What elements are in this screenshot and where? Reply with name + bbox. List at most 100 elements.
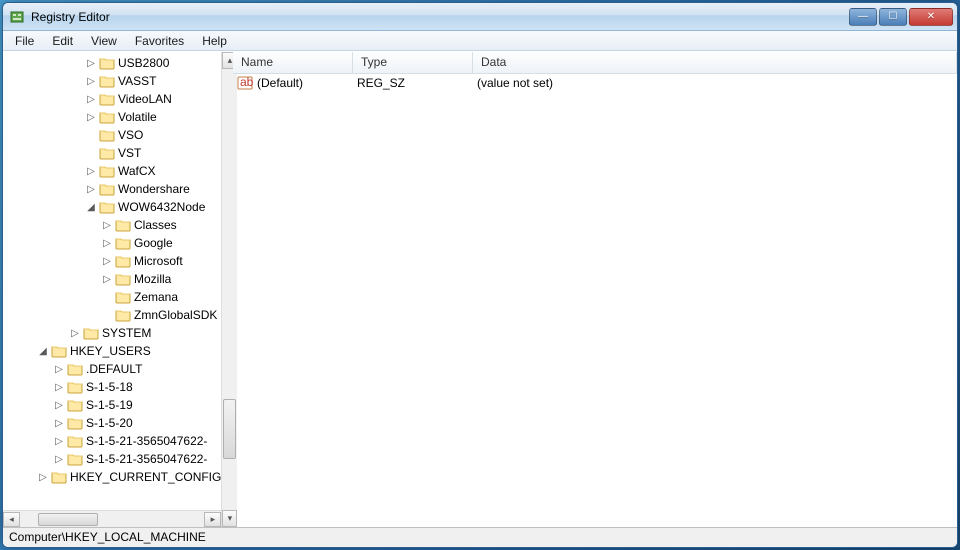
expand-icon[interactable]: ▷ [35, 472, 51, 483]
tree-item-label: S-1-5-21-3565047622- [86, 434, 207, 448]
menu-edit[interactable]: Edit [44, 32, 81, 50]
tree-item[interactable]: ▷S-1-5-21-3565047622- [3, 450, 221, 468]
menu-help[interactable]: Help [194, 32, 235, 50]
tree-item-label: Classes [134, 218, 177, 232]
statusbar: Computer\HKEY_LOCAL_MACHINE [3, 527, 957, 547]
col-name[interactable]: Name [233, 52, 353, 73]
folder-icon [99, 163, 115, 179]
menu-favorites[interactable]: Favorites [127, 32, 192, 50]
expand-icon[interactable]: ▷ [51, 418, 67, 429]
tree-item[interactable]: Zemana [3, 288, 221, 306]
tree-item-label: HKEY_CURRENT_CONFIG [70, 470, 221, 484]
tree-item[interactable]: ▷ Volatile [3, 108, 221, 126]
folder-icon [115, 217, 131, 233]
tree-item[interactable]: ◢WOW6432Node [3, 198, 221, 216]
expand-icon[interactable]: ▷ [83, 94, 99, 105]
tree-item[interactable]: ▷S-1-5-20 [3, 414, 221, 432]
tree-item[interactable]: ▷Wondershare [3, 180, 221, 198]
scroll-track[interactable] [222, 69, 237, 510]
tree-item[interactable]: ▷ HKEY_CURRENT_CONFIG [3, 468, 221, 486]
folder-icon [115, 235, 131, 251]
folder-icon [67, 451, 83, 467]
expand-icon[interactable]: ▷ [51, 382, 67, 393]
tree-item[interactable]: ▷VideoLAN [3, 90, 221, 108]
value-data: (value not set) [477, 76, 553, 90]
expand-icon[interactable]: ▷ [51, 364, 67, 375]
expand-icon[interactable]: ▷ [99, 238, 115, 249]
scroll-thumb[interactable] [38, 513, 98, 526]
menu-view[interactable]: View [83, 32, 125, 50]
expand-icon[interactable]: ▷ [99, 256, 115, 267]
tree-item-label: HKEY_USERS [70, 344, 151, 358]
maximize-button[interactable]: ☐ [879, 8, 907, 26]
tree-item-label: Microsoft [134, 254, 183, 268]
folder-icon [67, 379, 83, 395]
expand-icon[interactable]: ▷ [83, 166, 99, 177]
value-type: REG_SZ [357, 76, 477, 90]
tree-item[interactable]: ▷ S-1-5-21-3565047622- [3, 432, 221, 450]
tree-item[interactable]: ▷ Classes [3, 216, 221, 234]
expand-icon[interactable]: ▷ [83, 184, 99, 195]
tree-item[interactable]: VST [3, 144, 221, 162]
list-body[interactable]: ab(Default)REG_SZ(value not set) [233, 74, 957, 527]
close-button[interactable]: ✕ [909, 8, 953, 26]
folder-icon [99, 127, 115, 143]
folder-icon [99, 73, 115, 89]
tree-item[interactable]: ▷ VASST [3, 72, 221, 90]
scroll-thumb[interactable] [223, 399, 236, 459]
tree-item-label: ZmnGlobalSDK [134, 308, 217, 322]
folder-icon [115, 307, 131, 323]
folder-icon [115, 289, 131, 305]
tree-view[interactable]: ▷USB2800▷VASST▷VideoLAN▷VolatileVSOVST▷W… [3, 52, 221, 510]
menu-file[interactable]: File [7, 32, 42, 50]
expand-icon[interactable]: ▷ [67, 328, 83, 339]
expand-icon[interactable]: ▷ [51, 454, 67, 465]
tree-item[interactable]: ▷ .DEFAULT [3, 360, 221, 378]
col-data[interactable]: Data [473, 52, 957, 73]
tree-item[interactable]: ▷SYSTEM [3, 324, 221, 342]
titlebar[interactable]: Registry Editor ― ☐ ✕ [3, 3, 957, 31]
folder-icon [99, 109, 115, 125]
tree-item-label: Volatile [118, 110, 157, 124]
folder-icon [67, 397, 83, 413]
tree-item-label: .DEFAULT [86, 362, 142, 376]
folder-icon [67, 415, 83, 431]
tree-item[interactable]: ▷Mozilla [3, 270, 221, 288]
tree-item[interactable]: ZmnGlobalSDK [3, 306, 221, 324]
folder-icon [115, 271, 131, 287]
minimize-button[interactable]: ― [849, 8, 877, 26]
folder-icon [67, 433, 83, 449]
folder-icon [83, 325, 99, 341]
tree-item[interactable]: ▷WafCX [3, 162, 221, 180]
expand-icon[interactable]: ▷ [51, 436, 67, 447]
scroll-left-icon[interactable]: ◂ [3, 512, 20, 527]
scroll-track[interactable] [20, 512, 204, 527]
tree-h-scrollbar[interactable]: ◂ ▸ [3, 510, 221, 527]
col-type[interactable]: Type [353, 52, 473, 73]
list-row[interactable]: ab(Default)REG_SZ(value not set) [233, 74, 957, 92]
expand-icon[interactable]: ▷ [83, 112, 99, 123]
scroll-right-icon[interactable]: ▸ [204, 512, 221, 527]
tree-item[interactable]: VSO [3, 126, 221, 144]
expand-icon[interactable]: ◢ [35, 346, 51, 357]
folder-icon [51, 343, 67, 359]
expand-icon[interactable]: ▷ [99, 220, 115, 231]
expand-icon[interactable]: ▷ [99, 274, 115, 285]
tree-item[interactable]: ▷Google [3, 234, 221, 252]
expand-icon[interactable]: ▷ [83, 76, 99, 87]
tree-item[interactable]: ▷ Microsoft [3, 252, 221, 270]
tree-item[interactable]: ▷USB2800 [3, 54, 221, 72]
tree-v-scrollbar[interactable]: ▴ ▾ [221, 52, 237, 527]
tree-item[interactable]: ▷S-1-5-19 [3, 396, 221, 414]
tree-item[interactable]: ◢ HKEY_USERS [3, 342, 221, 360]
folder-icon [99, 181, 115, 197]
tree-item-label: VASST [118, 74, 156, 88]
expand-icon[interactable]: ▷ [51, 400, 67, 411]
expand-icon[interactable]: ▷ [83, 58, 99, 69]
folder-icon [99, 55, 115, 71]
tree-panel: ▷USB2800▷VASST▷VideoLAN▷VolatileVSOVST▷W… [3, 52, 233, 527]
list-panel: Name Type Data ab(Default)REG_SZ(value n… [233, 52, 957, 527]
expand-icon[interactable]: ◢ [83, 202, 99, 213]
tree-item[interactable]: ▷S-1-5-18 [3, 378, 221, 396]
client-area: ▷USB2800▷VASST▷VideoLAN▷VolatileVSOVST▷W… [3, 51, 957, 527]
